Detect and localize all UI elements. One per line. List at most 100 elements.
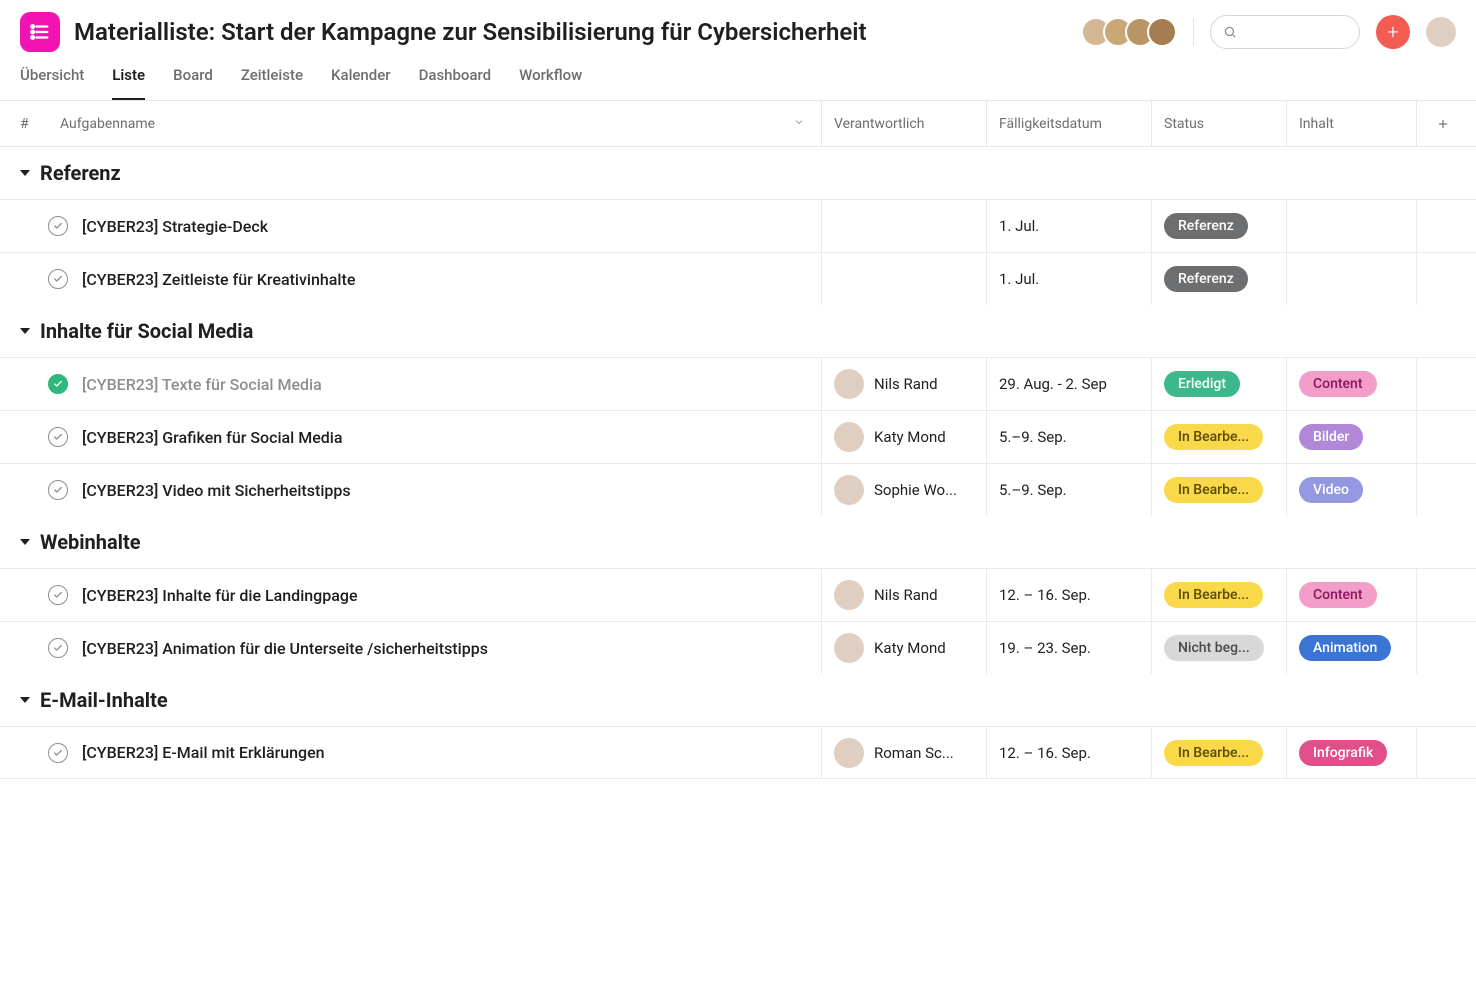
task-row[interactable]: [CYBER23] Inhalte für die Landingpage Nil… xyxy=(0,568,1476,621)
complete-checkbox[interactable] xyxy=(48,480,68,500)
plus-icon xyxy=(1436,117,1450,131)
collapse-icon[interactable] xyxy=(20,170,30,176)
status-badge: In Bearbe... xyxy=(1164,424,1263,450)
assignee-name: Nils Rand xyxy=(874,375,938,393)
complete-checkbox[interactable] xyxy=(48,269,68,289)
cell-content-type[interactable]: Infografik xyxy=(1286,727,1416,778)
tab-board[interactable]: Board xyxy=(173,66,213,100)
task-row[interactable]: [CYBER23] Zeitleiste für Kreativinhalte 1… xyxy=(0,252,1476,305)
cell-content-type[interactable]: Video xyxy=(1286,464,1416,516)
add-column-button[interactable] xyxy=(1416,101,1456,146)
cell-status[interactable]: In Bearbe... xyxy=(1151,569,1286,621)
task-row[interactable]: [CYBER23] Animation für die Unterseite /… xyxy=(0,621,1476,674)
complete-checkbox[interactable] xyxy=(48,585,68,605)
search-input[interactable] xyxy=(1210,15,1360,49)
tab-übersicht[interactable]: Übersicht xyxy=(20,66,84,100)
column-content[interactable]: Inhalt xyxy=(1286,101,1416,146)
cell-status[interactable]: Referenz xyxy=(1151,253,1286,305)
cell-due-date[interactable]: 5.–9. Sep. xyxy=(986,464,1151,516)
cell-due-date[interactable]: 12. – 16. Sep. xyxy=(986,569,1151,621)
avatar xyxy=(834,369,864,399)
task-row[interactable]: [CYBER23] Texte für Social Media Nils Ran… xyxy=(0,357,1476,410)
cell-status[interactable]: Erledigt xyxy=(1151,358,1286,410)
table-header: # Aufgabenname Verantwortlich Fälligkeit… xyxy=(0,101,1476,147)
member-avatars[interactable] xyxy=(1089,17,1177,47)
section-header[interactable]: Inhalte für Social Media xyxy=(0,305,1476,357)
cell-empty xyxy=(1416,464,1456,516)
tab-workflow[interactable]: Workflow xyxy=(519,66,582,100)
cell-status[interactable]: In Bearbe... xyxy=(1151,464,1286,516)
task-name[interactable]: [CYBER23] Animation für die Unterseite /… xyxy=(68,639,821,658)
collapse-icon[interactable] xyxy=(20,697,30,703)
cell-content-type[interactable]: Content xyxy=(1286,358,1416,410)
tab-zeitleiste[interactable]: Zeitleiste xyxy=(241,66,303,100)
complete-checkbox[interactable] xyxy=(48,743,68,763)
cell-status[interactable]: Nicht beg... xyxy=(1151,622,1286,674)
due-date: 1. Jul. xyxy=(999,270,1039,288)
status-badge: Referenz xyxy=(1164,213,1248,239)
complete-checkbox[interactable] xyxy=(48,638,68,658)
cell-assignee[interactable]: Katy Mond xyxy=(821,411,986,463)
collapse-icon[interactable] xyxy=(20,539,30,545)
section-title: Referenz xyxy=(40,161,121,185)
task-row[interactable]: [CYBER23] E-Mail mit ErklärungenRoman Sc… xyxy=(0,726,1476,779)
column-task-name[interactable]: Aufgabenname xyxy=(40,116,821,132)
due-date: 5.–9. Sep. xyxy=(999,481,1067,499)
cell-assignee[interactable] xyxy=(821,200,986,252)
task-name[interactable]: [CYBER23] Inhalte für die Landingpage xyxy=(68,586,821,605)
cell-status[interactable]: Referenz xyxy=(1151,200,1286,252)
tab-dashboard[interactable]: Dashboard xyxy=(419,66,492,100)
cell-due-date[interactable]: 19. – 23. Sep. xyxy=(986,622,1151,674)
section-header[interactable]: Referenz xyxy=(0,147,1476,199)
cell-due-date[interactable]: 29. Aug. - 2. Sep xyxy=(986,358,1151,410)
cell-content-type[interactable]: Content xyxy=(1286,569,1416,621)
cell-content-type[interactable] xyxy=(1286,200,1416,252)
view-tabs: Übersicht Liste Board Zeitleiste Kalender Das… xyxy=(0,52,1476,101)
cell-empty xyxy=(1416,200,1456,252)
collapse-icon[interactable] xyxy=(20,328,30,334)
assignee-name: Nils Rand xyxy=(874,586,938,604)
cell-status[interactable]: In Bearbe... xyxy=(1151,411,1286,463)
task-name[interactable]: [CYBER23] Grafiken für Social Media xyxy=(68,428,821,447)
task-name[interactable]: [CYBER23] Strategie-Deck xyxy=(68,217,821,236)
cell-empty xyxy=(1416,253,1456,305)
cell-assignee[interactable]: Roman Sc... xyxy=(821,727,986,778)
cell-assignee[interactable]: Sophie Wo... xyxy=(821,464,986,516)
complete-checkbox[interactable] xyxy=(48,427,68,447)
complete-checkbox[interactable] xyxy=(48,374,68,394)
task-name[interactable]: [CYBER23] Video mit Sicherheitstipps xyxy=(68,481,821,500)
tab-liste[interactable]: Liste xyxy=(112,66,145,100)
cell-status[interactable]: In Bearbe... xyxy=(1151,727,1286,778)
section-header[interactable]: E-Mail-Inhalte xyxy=(0,674,1476,726)
cell-due-date[interactable]: 12. – 16. Sep. xyxy=(986,727,1151,778)
tab-kalender[interactable]: Kalender xyxy=(331,66,391,100)
cell-due-date[interactable]: 1. Jul. xyxy=(986,200,1151,252)
cell-content-type[interactable] xyxy=(1286,253,1416,305)
task-row[interactable]: [CYBER23] Strategie-Deck 1. Jul. Referenz xyxy=(0,199,1476,252)
column-due[interactable]: Fälligkeitsdatum xyxy=(986,101,1151,146)
column-label: Aufgabenname xyxy=(60,116,155,132)
column-status[interactable]: Status xyxy=(1151,101,1286,146)
task-row[interactable]: [CYBER23] Grafiken für Social MediaKaty … xyxy=(0,410,1476,463)
divider xyxy=(1193,18,1194,46)
complete-checkbox[interactable] xyxy=(48,216,68,236)
content-badge: Content xyxy=(1299,371,1377,397)
cell-assignee[interactable] xyxy=(821,253,986,305)
add-button[interactable]: + xyxy=(1376,15,1410,49)
cell-due-date[interactable]: 1. Jul. xyxy=(986,253,1151,305)
cell-assignee[interactable]: Katy Mond xyxy=(821,622,986,674)
cell-empty xyxy=(1416,569,1456,621)
task-name[interactable]: [CYBER23] E-Mail mit Erklärungen xyxy=(68,743,821,762)
column-assignee[interactable]: Verantwortlich xyxy=(821,101,986,146)
task-name[interactable]: [CYBER23] Zeitleiste für Kreativinhalte xyxy=(68,270,821,289)
user-avatar[interactable] xyxy=(1426,17,1456,47)
cell-due-date[interactable]: 5.–9. Sep. xyxy=(986,411,1151,463)
section-header[interactable]: Webinhalte xyxy=(0,516,1476,568)
cell-content-type[interactable]: Bilder xyxy=(1286,411,1416,463)
task-row[interactable]: [CYBER23] Video mit SicherheitstippsSoph… xyxy=(0,463,1476,516)
cell-assignee[interactable]: Nils Rand xyxy=(821,358,986,410)
cell-content-type[interactable]: Animation xyxy=(1286,622,1416,674)
task-name[interactable]: [CYBER23] Texte für Social Media xyxy=(68,375,821,394)
cell-assignee[interactable]: Nils Rand xyxy=(821,569,986,621)
content-badge: Animation xyxy=(1299,635,1391,661)
